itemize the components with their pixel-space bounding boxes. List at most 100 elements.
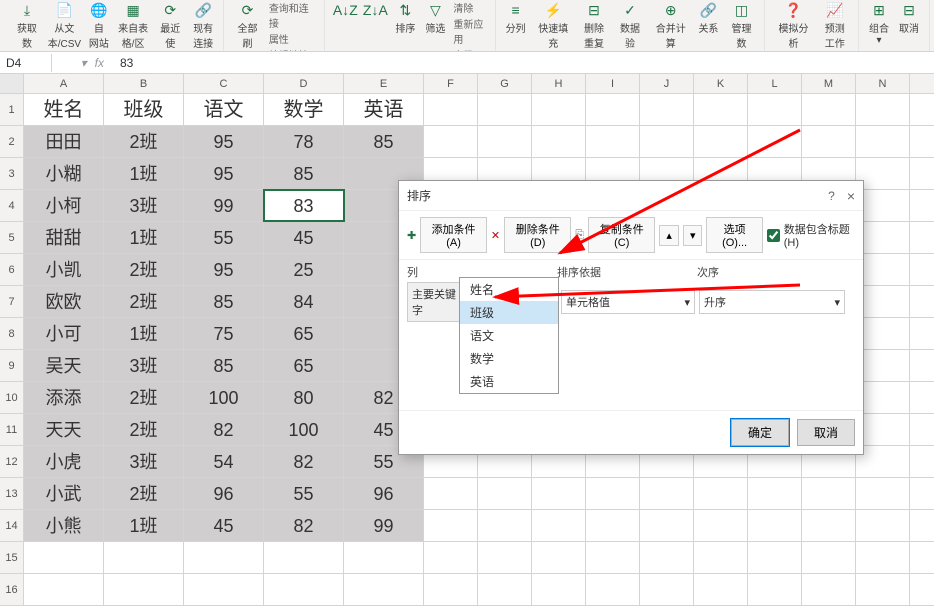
cell-D16[interactable] <box>264 574 344 605</box>
cell-E2[interactable]: 85 <box>344 126 424 157</box>
options-button[interactable]: 选项(O)... <box>706 217 762 253</box>
cell-D7[interactable]: 84 <box>264 286 344 317</box>
dropdown-option[interactable]: 语文 <box>460 324 558 347</box>
cell-I14[interactable] <box>586 510 640 541</box>
ribbon-button[interactable]: ⊞组合 ▾ <box>865 0 893 48</box>
cell-M15[interactable] <box>802 542 856 573</box>
has-header-input[interactable] <box>767 229 780 242</box>
cell-A11[interactable]: 天天 <box>24 414 104 445</box>
cell-A14[interactable]: 小熊 <box>24 510 104 541</box>
cell-B5[interactable]: 1班 <box>104 222 184 253</box>
ribbon-button[interactable]: 🔗关系 <box>694 0 722 52</box>
ribbon-button[interactable]: ▽筛选 <box>421 0 449 52</box>
cell-H1[interactable] <box>532 94 586 125</box>
row-header[interactable]: 2 <box>0 126 24 157</box>
fx-icon[interactable]: ▾fx <box>52 56 112 70</box>
cell-C15[interactable] <box>184 542 264 573</box>
ribbon-button[interactable]: ⟳最近使 用的源 <box>153 0 187 52</box>
cell-E14[interactable]: 99 <box>344 510 424 541</box>
cell-E15[interactable] <box>344 542 424 573</box>
ribbon-subitem[interactable]: 重新应用 <box>451 16 488 46</box>
ribbon-button[interactable]: ⊟删除 重复值 <box>577 0 611 52</box>
cell-H2[interactable] <box>532 126 586 157</box>
ribbon-button[interactable]: ⊕合并计算 <box>649 0 692 52</box>
row-header[interactable]: 12 <box>0 446 24 477</box>
cell-A7[interactable]: 欧欧 <box>24 286 104 317</box>
cell-N16[interactable] <box>856 574 910 605</box>
cell-J1[interactable] <box>640 94 694 125</box>
ribbon-button[interactable]: ⤓获取数 据▾ <box>10 0 44 52</box>
cell-D15[interactable] <box>264 542 344 573</box>
cell-M16[interactable] <box>802 574 856 605</box>
cell-C14[interactable]: 45 <box>184 510 264 541</box>
cell-N1[interactable] <box>856 94 910 125</box>
ribbon-button[interactable]: A↓Z <box>331 0 359 52</box>
select-all-corner[interactable] <box>0 74 24 93</box>
cell-L16[interactable] <box>748 574 802 605</box>
ribbon-button[interactable]: ✓数据验 证▾ <box>613 0 647 52</box>
cell-D11[interactable]: 100 <box>264 414 344 445</box>
cell-B2[interactable]: 2班 <box>104 126 184 157</box>
cell-K13[interactable] <box>694 478 748 509</box>
cell-D10[interactable]: 80 <box>264 382 344 413</box>
row-header[interactable]: 14 <box>0 510 24 541</box>
cell-A3[interactable]: 小糊 <box>24 158 104 189</box>
row-header[interactable]: 1 <box>0 94 24 125</box>
cell-L13[interactable] <box>748 478 802 509</box>
cell-C12[interactable]: 54 <box>184 446 264 477</box>
cell-H13[interactable] <box>532 478 586 509</box>
ribbon-button[interactable]: ⊟取消 <box>895 0 923 48</box>
col-header-B[interactable]: B <box>104 74 184 93</box>
cell-L15[interactable] <box>748 542 802 573</box>
cell-F2[interactable] <box>424 126 478 157</box>
cell-N7[interactable] <box>856 286 910 317</box>
cell-I2[interactable] <box>586 126 640 157</box>
dropdown-option[interactable]: 英语 <box>460 370 558 393</box>
cell-D3[interactable]: 85 <box>264 158 344 189</box>
cell-C7[interactable]: 85 <box>184 286 264 317</box>
cell-M2[interactable] <box>802 126 856 157</box>
cell-D14[interactable]: 82 <box>264 510 344 541</box>
cell-B4[interactable]: 3班 <box>104 190 184 221</box>
cell-C9[interactable]: 85 <box>184 350 264 381</box>
cell-L1[interactable] <box>748 94 802 125</box>
ribbon-button[interactable]: ❓模拟分析 ▾ <box>771 0 815 52</box>
row-header[interactable]: 13 <box>0 478 24 509</box>
name-box[interactable]: D4 <box>0 54 52 72</box>
cell-J2[interactable] <box>640 126 694 157</box>
cell-E13[interactable]: 96 <box>344 478 424 509</box>
cancel-button[interactable]: 取消 <box>797 419 855 446</box>
cell-N4[interactable] <box>856 190 910 221</box>
cell-C1[interactable]: 语文 <box>184 94 264 125</box>
col-header-L[interactable]: L <box>748 74 802 93</box>
cell-H15[interactable] <box>532 542 586 573</box>
cell-C8[interactable]: 75 <box>184 318 264 349</box>
cell-D4[interactable]: 83 <box>264 190 344 221</box>
cell-M13[interactable] <box>802 478 856 509</box>
cell-F1[interactable] <box>424 94 478 125</box>
col-header-M[interactable]: M <box>802 74 856 93</box>
cell-B3[interactable]: 1班 <box>104 158 184 189</box>
add-condition-button[interactable]: 添加条件(A) <box>420 217 487 253</box>
cell-C3[interactable]: 95 <box>184 158 264 189</box>
cell-A8[interactable]: 小可 <box>24 318 104 349</box>
col-header-E[interactable]: E <box>344 74 424 93</box>
cell-B12[interactable]: 3班 <box>104 446 184 477</box>
row-header[interactable]: 5 <box>0 222 24 253</box>
cell-E16[interactable] <box>344 574 424 605</box>
cell-I1[interactable] <box>586 94 640 125</box>
ribbon-button[interactable]: ◫管理数 据模型 <box>724 0 758 52</box>
move-up-button[interactable]: ▴ <box>659 225 679 246</box>
cell-G13[interactable] <box>478 478 532 509</box>
has-header-checkbox[interactable]: 数据包含标题(H) <box>767 221 855 249</box>
cell-D2[interactable]: 78 <box>264 126 344 157</box>
cell-D8[interactable]: 65 <box>264 318 344 349</box>
cell-E1[interactable]: 英语 <box>344 94 424 125</box>
cell-N8[interactable] <box>856 318 910 349</box>
cell-C11[interactable]: 82 <box>184 414 264 445</box>
ribbon-button[interactable]: ⚡快速填充 <box>532 0 575 52</box>
cell-B15[interactable] <box>104 542 184 573</box>
ribbon-subitem[interactable]: 清除 <box>451 0 488 15</box>
cell-B8[interactable]: 1班 <box>104 318 184 349</box>
cell-K15[interactable] <box>694 542 748 573</box>
